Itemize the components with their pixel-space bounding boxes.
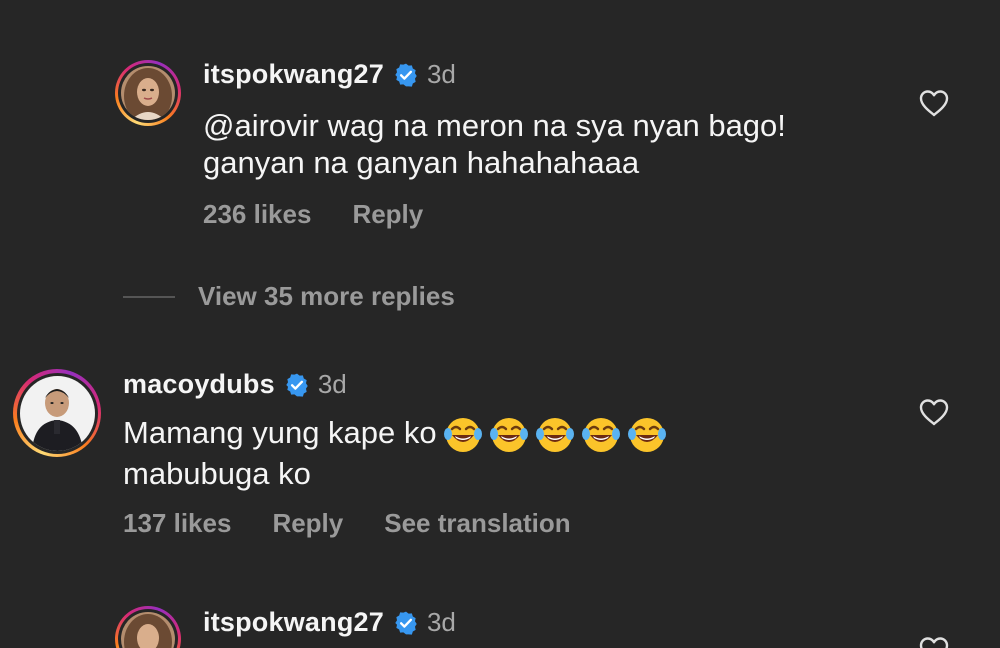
comment-reply-itspokwang27: itspokwang27 3d xyxy=(0,0,1000,648)
like-heart-icon[interactable] xyxy=(919,636,949,648)
verified-badge-icon xyxy=(395,611,417,635)
comment-time: 3d xyxy=(426,607,456,637)
comment-username[interactable]: itspokwang27 xyxy=(203,607,384,638)
avatar[interactable] xyxy=(115,606,181,648)
comments-screen: itspokwang27 3d @airovir wag na meron na… xyxy=(0,0,1000,648)
profile-photo-itspokwang27 xyxy=(121,612,175,648)
